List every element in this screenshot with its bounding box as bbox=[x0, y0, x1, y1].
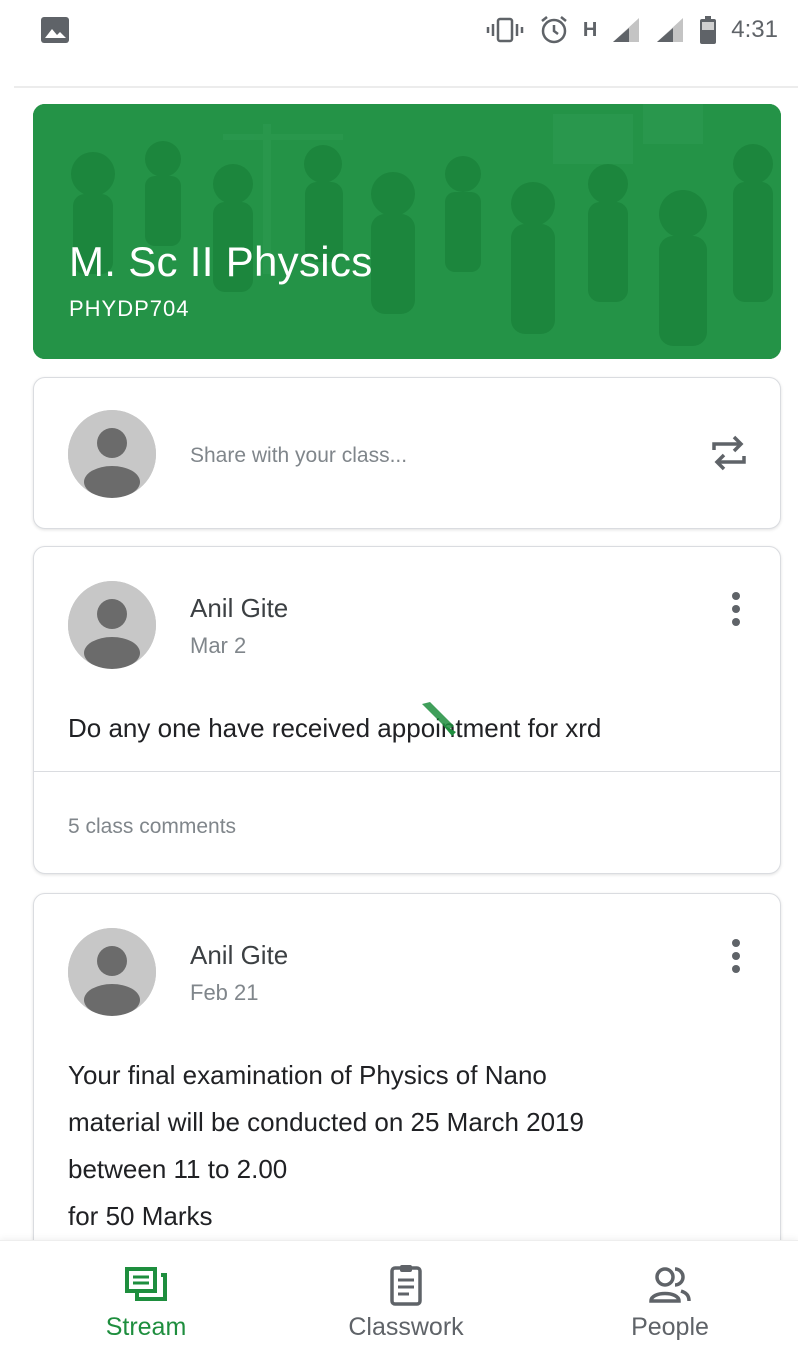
post-author: Anil Gite bbox=[190, 593, 289, 623]
bottom-navigation: Stream Classwork People bbox=[0, 1240, 798, 1354]
classwork-icon bbox=[390, 1265, 422, 1306]
class-banner[interactable]: M. Sc II Physics PHYDP704 bbox=[33, 104, 781, 359]
battery-icon bbox=[700, 16, 717, 44]
more-vert-icon[interactable] bbox=[730, 591, 742, 627]
touch-pointer-icon bbox=[422, 702, 456, 736]
share-card[interactable]: Share with your class... bbox=[33, 377, 781, 529]
post-body-line: material will be conducted on 25 March 2… bbox=[68, 1107, 584, 1137]
repost-icon[interactable] bbox=[706, 430, 752, 476]
stream-post[interactable]: Anil Gite Mar 2 Do any one have received… bbox=[33, 546, 781, 874]
alarm-icon bbox=[541, 16, 567, 44]
signal-icon bbox=[613, 18, 640, 42]
class-title: M. Sc II Physics bbox=[69, 238, 373, 285]
tab-label: Stream bbox=[105, 1313, 187, 1341]
stream-icon bbox=[125, 1267, 167, 1301]
post-date: Mar 2 bbox=[190, 633, 247, 658]
tab-label: Classwork bbox=[348, 1313, 464, 1341]
tab-classwork[interactable]: Classwork bbox=[318, 1241, 494, 1354]
network-type: H bbox=[582, 18, 598, 41]
author-avatar bbox=[68, 928, 156, 1016]
post-body-line: Do any one have received appointment for… bbox=[68, 713, 602, 743]
clock: 4:31 bbox=[731, 16, 778, 43]
tab-stream[interactable]: Stream bbox=[84, 1241, 208, 1354]
divider bbox=[14, 86, 798, 88]
post-body: Your final examination of Physics of Nan… bbox=[68, 1052, 750, 1240]
divider bbox=[34, 771, 780, 772]
post-body: Do any one have received appointment for… bbox=[68, 705, 750, 752]
avatar bbox=[68, 410, 156, 498]
image-icon bbox=[41, 17, 69, 43]
vibrate-icon bbox=[486, 17, 524, 43]
post-date: Feb 21 bbox=[190, 980, 259, 1005]
post-author: Anil Gite bbox=[190, 940, 289, 970]
class-comments-link[interactable]: 5 class comments bbox=[68, 815, 236, 839]
post-body-line: Your final examination of Physics of Nan… bbox=[68, 1060, 547, 1090]
people-icon bbox=[649, 1267, 691, 1303]
post-body-line: between 11 to 2.00 bbox=[68, 1154, 288, 1184]
tab-people[interactable]: People bbox=[608, 1241, 732, 1354]
tab-label: People bbox=[631, 1313, 709, 1341]
post-body-line: for 50 Marks bbox=[68, 1201, 213, 1231]
share-input[interactable]: Share with your class... bbox=[190, 444, 407, 468]
more-vert-icon[interactable] bbox=[730, 938, 742, 974]
class-code: PHYDP704 bbox=[69, 296, 190, 321]
signal-icon bbox=[657, 18, 684, 42]
author-avatar bbox=[68, 581, 156, 669]
status-bar: H 4:31 bbox=[0, 0, 798, 60]
